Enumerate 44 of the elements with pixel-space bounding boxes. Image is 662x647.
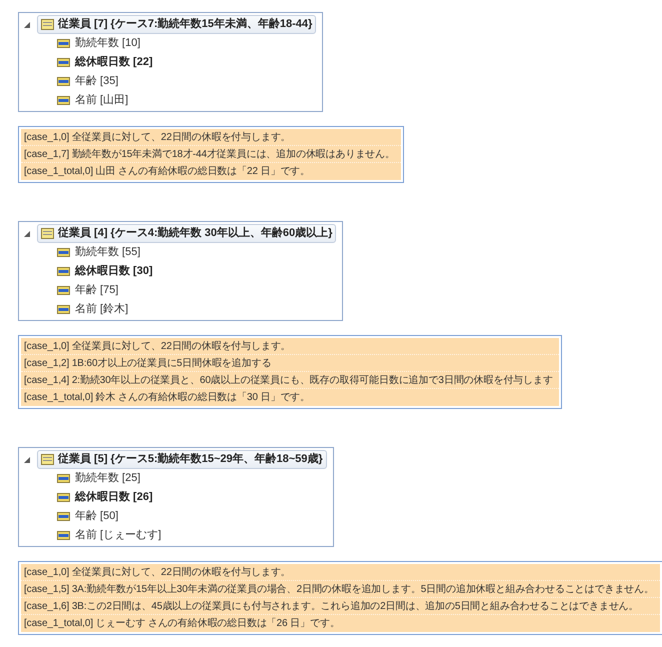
tree-item[interactable]: 勤続年数 [10]	[56, 34, 144, 53]
message-row: [case_1,0] 全従業員に対して、22日間の休暇を付与します。	[21, 129, 401, 146]
tree-item[interactable]: 名前 [山田]	[56, 91, 132, 110]
field-icon	[57, 96, 70, 105]
record-icon	[41, 228, 54, 239]
message-row: [case_1,4] 2:勤続30年以上の従業員と、60歳以上の従業員にも、既存の取得可能日数に追加で3日間の休暇を付与します	[21, 372, 559, 389]
tree-item[interactable]: 名前 [じぇーむす]	[56, 526, 164, 545]
message-row: [case_1_total,0] 鈴木 さんの有給休暇の総日数は「30 日」です。	[21, 389, 559, 406]
field-icon	[57, 512, 70, 521]
field-icon	[57, 58, 70, 67]
tree-item[interactable]: 年齢 [35]	[56, 72, 122, 91]
message-row: [case_1,0] 全従業員に対して、22日間の休暇を付与します。	[21, 564, 660, 581]
field-icon	[57, 248, 70, 257]
tree-item[interactable]: 年齢 [75]	[56, 281, 122, 300]
field-icon	[57, 531, 70, 540]
field-icon	[57, 39, 70, 48]
tree-item[interactable]: 名前 [鈴木]	[56, 300, 132, 319]
message-row: [case_1,0] 全従業員に対して、22日間の休暇を付与します。	[21, 338, 559, 355]
field-icon	[57, 286, 70, 295]
field-icon	[57, 474, 70, 483]
field-icon	[57, 77, 70, 86]
message-row: [case_1,5] 3A:勤続年数が15年以上30年未満の従業員の場合、2日間の休暇を追加します。5日間の追加休暇と組み合わせることはできません。	[21, 581, 660, 598]
tree-item[interactable]: 従業員 [7] {ケース7:勤続年数15年未満、年齢18-44}	[37, 15, 316, 34]
field-icon	[57, 305, 70, 314]
message-row: [case_1,6] 3B:この2日間は、45歳以上の従業員にも付与されます。これら追加の2日間は、追加の5日間と組み合わせることはできません。	[21, 598, 660, 615]
collapse-icon[interactable]	[24, 456, 30, 462]
tree-item[interactable]: 総休暇日数 [30]	[56, 262, 156, 281]
tree-item[interactable]: 年齢 [50]	[56, 507, 122, 526]
message-row: [case_1,2] 1B:60才以上の従業員に5日間休暇を追加する	[21, 355, 559, 372]
tree-item[interactable]: 総休暇日数 [26]	[56, 488, 156, 507]
tree-item[interactable]: 総休暇日数 [22]	[56, 53, 156, 72]
field-icon	[57, 493, 70, 502]
collapse-icon[interactable]	[24, 22, 30, 28]
collapse-icon[interactable]	[24, 230, 30, 236]
tree-item[interactable]: 従業員 [4] {ケース4:勤続年数 30年以上、年齢60歳以上}	[37, 224, 336, 243]
record-icon	[41, 19, 54, 30]
field-icon	[57, 267, 70, 276]
tree-item[interactable]: 勤続年数 [25]	[56, 469, 144, 488]
message-row: [case_1,7] 勤続年数が15年未満で18才-44才従業員には、追加の休暇はありません。	[21, 146, 401, 163]
tree-item[interactable]: 従業員 [5] {ケース5:勤続年数15~29年、年齢18~59歳}	[37, 450, 327, 469]
tree-item[interactable]: 勤続年数 [55]	[56, 243, 144, 262]
message-row: [case_1_total,0] じぇーむす さんの有給休暇の総日数は「26 日」です。	[21, 615, 660, 632]
message-row: [case_1_total,0] 山田 さんの有給休暇の総日数は「22 日」です。	[21, 163, 401, 180]
record-icon	[41, 454, 54, 465]
